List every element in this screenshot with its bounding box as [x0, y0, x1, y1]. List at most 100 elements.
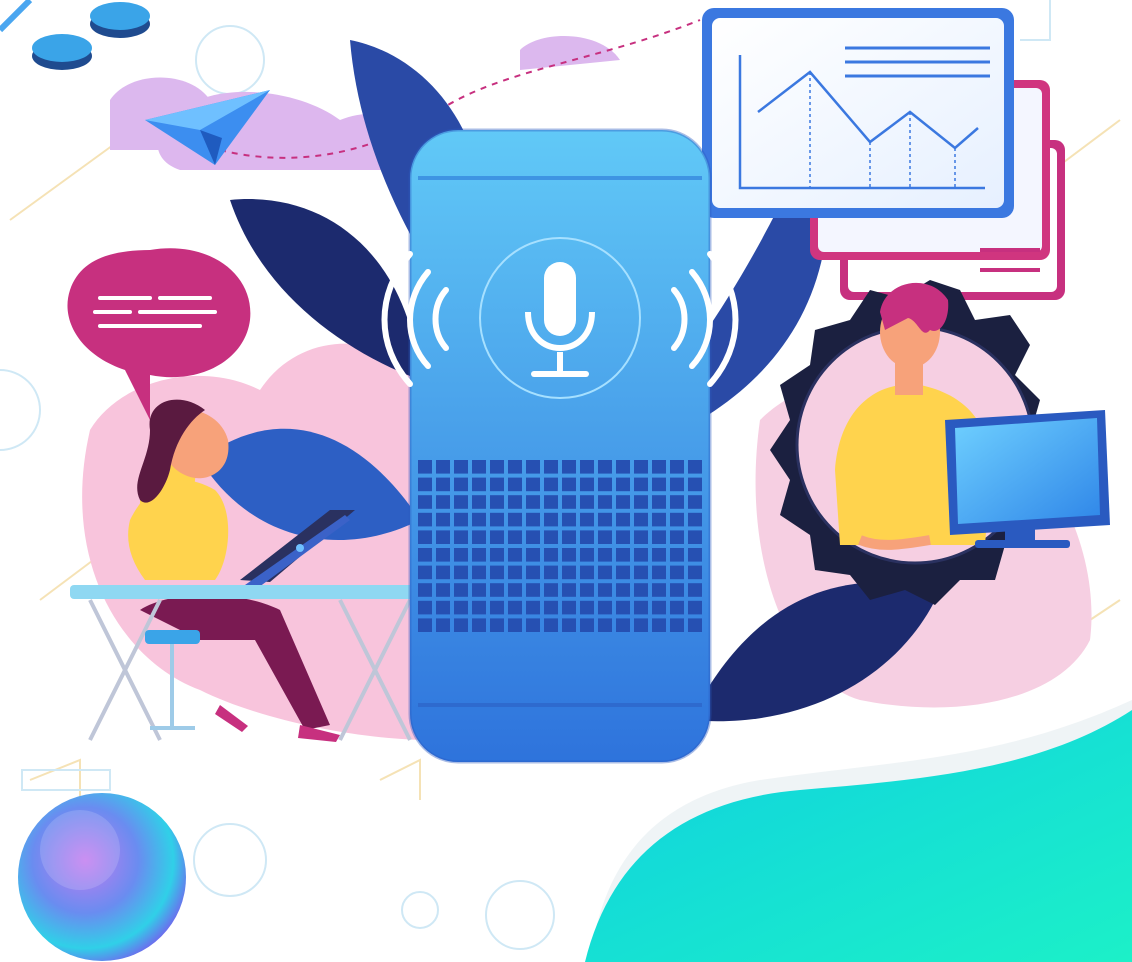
- grille-dot: [454, 600, 468, 615]
- grille-dot: [562, 495, 576, 509]
- grille-dot: [544, 512, 558, 527]
- illustration-canvas: [0, 0, 1132, 962]
- grille-dot: [634, 618, 648, 632]
- grille-dot: [418, 495, 432, 509]
- grille-dot: [490, 600, 504, 615]
- grille-dot: [454, 548, 468, 562]
- grille-dot: [508, 583, 522, 597]
- grille-dot: [472, 618, 486, 632]
- grille-dot: [580, 565, 594, 580]
- grille-dot: [472, 600, 486, 615]
- grille-dot: [544, 477, 558, 492]
- grille-dot: [562, 548, 576, 562]
- grille-dot: [490, 583, 504, 597]
- grille-dot: [634, 460, 648, 474]
- grille-dot: [490, 460, 504, 474]
- grille-dot: [472, 583, 486, 597]
- grille-dot: [616, 583, 630, 597]
- grille-dot: [472, 530, 486, 544]
- grille-dot: [490, 495, 504, 509]
- voice-assistant-speaker: [381, 128, 739, 764]
- grille-dot: [508, 477, 522, 492]
- grille-dot: [616, 495, 630, 509]
- grille-dot: [562, 477, 576, 492]
- grille-dot: [418, 565, 432, 580]
- grille-dot: [544, 565, 558, 580]
- grille-dot: [508, 548, 522, 562]
- grille-dot: [652, 583, 666, 597]
- grille-dot: [418, 548, 432, 562]
- grille-dot: [598, 600, 612, 615]
- grille-dot: [652, 512, 666, 527]
- grille-dot: [580, 460, 594, 474]
- grille-dot: [670, 583, 684, 597]
- grille-dot: [436, 512, 450, 527]
- grille-dot: [688, 583, 702, 597]
- grille-dot: [544, 548, 558, 562]
- grille-dot: [454, 495, 468, 509]
- grille-dot: [562, 583, 576, 597]
- grille-dot: [418, 460, 432, 474]
- grille-dot: [562, 512, 576, 527]
- grille-dot: [598, 565, 612, 580]
- grille-dot: [508, 565, 522, 580]
- grille-dot: [490, 565, 504, 580]
- grille-dot: [436, 530, 450, 544]
- grille-dot: [652, 618, 666, 632]
- grille-dot: [634, 477, 648, 492]
- grille-dot: [490, 618, 504, 632]
- grille-dot: [436, 565, 450, 580]
- grille-dot: [598, 583, 612, 597]
- grille-dot: [454, 583, 468, 597]
- grille-dot: [454, 460, 468, 474]
- grille-dot: [544, 460, 558, 474]
- grille-dot: [634, 495, 648, 509]
- grille-dot: [580, 618, 594, 632]
- grille-dot: [580, 548, 594, 562]
- grille-dot: [526, 583, 540, 597]
- grille-dot: [526, 600, 540, 615]
- grille-dot: [652, 548, 666, 562]
- grille-dot: [634, 530, 648, 544]
- grille-dot: [472, 565, 486, 580]
- grille-dot: [598, 512, 612, 527]
- grille-dot: [616, 530, 630, 544]
- grille-dot: [544, 618, 558, 632]
- grille-dot: [454, 618, 468, 632]
- grille-dot: [616, 600, 630, 615]
- grille-dot: [418, 530, 432, 544]
- grille-dot: [580, 583, 594, 597]
- grille-dot: [580, 477, 594, 492]
- grille-dot: [634, 600, 648, 615]
- grille-dot: [652, 600, 666, 615]
- grille-dot: [544, 530, 558, 544]
- grille-dot: [616, 512, 630, 527]
- grille-dot: [670, 548, 684, 562]
- grille-dot: [418, 512, 432, 527]
- grille-dot: [598, 548, 612, 562]
- grille-dot: [436, 495, 450, 509]
- grille-dot: [508, 618, 522, 632]
- grille-dot: [562, 530, 576, 544]
- grille-dot: [688, 530, 702, 544]
- grille-dot: [616, 565, 630, 580]
- grille-dot: [562, 600, 576, 615]
- grille-dot: [526, 548, 540, 562]
- grille-dot: [634, 512, 648, 527]
- voice-assistant-illustration: [0, 0, 1132, 962]
- grille-dot: [688, 565, 702, 580]
- grille-dot: [670, 460, 684, 474]
- grille-dot: [508, 600, 522, 615]
- grille-dot: [634, 548, 648, 562]
- grille-dot: [418, 583, 432, 597]
- grille-dot: [616, 460, 630, 474]
- grille-dot: [454, 565, 468, 580]
- grille-dot: [418, 618, 432, 632]
- grille-dot: [562, 565, 576, 580]
- grille-dot: [508, 512, 522, 527]
- grille-dot: [652, 565, 666, 580]
- grille-dot: [562, 460, 576, 474]
- grille-dot: [544, 495, 558, 509]
- grille-dot: [454, 530, 468, 544]
- grille-dot: [436, 618, 450, 632]
